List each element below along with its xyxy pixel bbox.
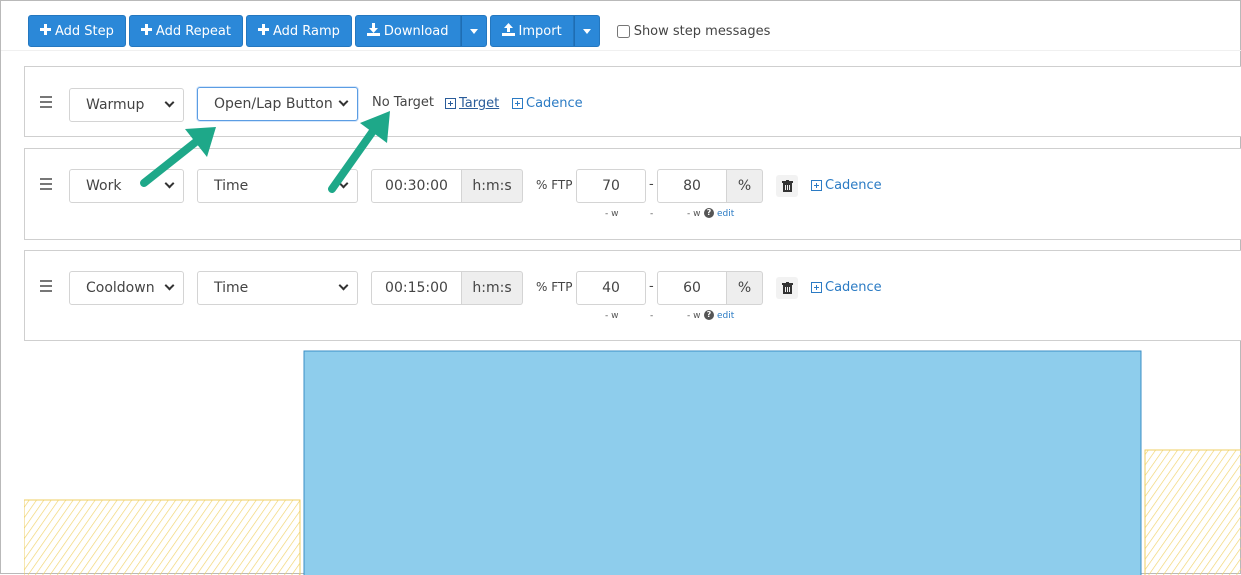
drag-handle-icon[interactable] xyxy=(40,178,52,193)
target-high-input[interactable]: 80 xyxy=(657,169,727,203)
trash-icon[interactable] xyxy=(776,175,798,197)
import-group: Import xyxy=(489,15,600,47)
add-repeat-button[interactable]: Add Repeat xyxy=(128,15,243,47)
plus-square-icon xyxy=(811,282,822,293)
chart-bar-work xyxy=(303,350,1142,575)
chevron-down-icon xyxy=(164,178,175,189)
duration-input[interactable]: 00:30:00 xyxy=(371,169,462,203)
range-dash: - xyxy=(649,279,654,294)
target-low-input[interactable]: 40 xyxy=(576,271,646,305)
duration-type-select[interactable]: Open/Lap Button xyxy=(197,87,358,121)
duration-type-select[interactable]: Time xyxy=(197,169,358,203)
duration-type-value: Time xyxy=(214,178,249,194)
show-messages-checkbox[interactable] xyxy=(616,24,630,38)
download-button[interactable]: Download xyxy=(354,15,461,47)
edit-watts-link[interactable]: edit xyxy=(717,311,734,321)
step-type-value: Cooldown xyxy=(86,280,155,296)
step-type-select[interactable]: Cooldown xyxy=(69,271,184,305)
watts-dash: - xyxy=(650,311,654,321)
step-cooldown: Cooldown Time 00:15:00 h:m:s % FTP 40 - … xyxy=(24,250,1241,341)
help-icon[interactable]: ? xyxy=(704,310,714,320)
duration-input[interactable]: 00:15:00 xyxy=(371,271,462,305)
step-work: Work Time 00:30:00 h:m:s % FTP 70 - 80 %… xyxy=(24,148,1241,240)
step-warmup: Warmup Open/Lap Button No Target Target … xyxy=(24,66,1241,137)
plus-square-icon xyxy=(512,98,523,109)
upload-icon xyxy=(501,22,515,40)
download-label: Download xyxy=(383,23,449,39)
caret-down-icon xyxy=(469,28,478,34)
add-step-button[interactable]: Add Step xyxy=(28,15,126,47)
chevron-down-icon xyxy=(164,97,175,108)
chevron-down-icon xyxy=(338,96,349,107)
add-target-link[interactable]: Target xyxy=(445,96,499,111)
chevron-down-icon xyxy=(338,280,349,291)
chart-bar-warmup xyxy=(24,499,301,575)
step-type-value: Warmup xyxy=(86,97,145,113)
high-watts: - w xyxy=(687,209,701,219)
add-step-label: Add Step xyxy=(55,23,114,39)
step-type-value: Work xyxy=(86,178,122,194)
plus-icon xyxy=(140,23,152,39)
add-ramp-button[interactable]: Add Ramp xyxy=(245,15,352,47)
download-icon xyxy=(366,22,380,40)
low-watts: - w xyxy=(605,209,619,219)
add-cadence-link[interactable]: Cadence xyxy=(811,178,882,193)
duration-type-select[interactable]: Time xyxy=(197,271,358,305)
watts-dash: - xyxy=(650,209,654,219)
show-messages-label: Show step messages xyxy=(633,23,771,39)
target-type-label: % FTP xyxy=(536,178,573,192)
target-unit: % xyxy=(727,271,763,305)
target-type-label: % FTP xyxy=(536,280,573,294)
duration-unit: h:m:s xyxy=(462,169,523,203)
step-type-select[interactable]: Warmup xyxy=(69,88,184,122)
download-dropdown-button[interactable] xyxy=(460,15,487,47)
toolbar-divider xyxy=(1,50,1241,51)
add-cadence-link[interactable]: Cadence xyxy=(811,280,882,295)
duration-type-value: Time xyxy=(214,280,249,296)
plus-square-icon xyxy=(811,180,822,191)
plus-icon xyxy=(40,23,51,39)
drag-handle-icon[interactable] xyxy=(40,280,52,295)
plus-icon xyxy=(257,23,269,39)
add-cadence-link[interactable]: Cadence xyxy=(512,96,583,111)
target-high-input[interactable]: 60 xyxy=(657,271,727,305)
chevron-down-icon xyxy=(164,280,175,291)
import-button[interactable]: Import xyxy=(489,15,574,47)
add-repeat-label: Add Repeat xyxy=(155,23,231,39)
import-dropdown-button[interactable] xyxy=(573,15,600,47)
show-messages-toggle[interactable]: Show step messages xyxy=(616,23,771,39)
step-type-select[interactable]: Work xyxy=(69,169,184,203)
workout-chart xyxy=(24,350,1241,575)
trash-icon[interactable] xyxy=(776,277,798,299)
caret-down-icon xyxy=(582,28,591,34)
low-watts: - w xyxy=(605,311,619,321)
add-ramp-label: Add Ramp xyxy=(272,23,340,39)
toolbar: Add Step Add Repeat Add Ramp Download Im… xyxy=(28,15,770,47)
edit-watts-link[interactable]: edit xyxy=(717,209,734,219)
chart-bar-cooldown xyxy=(1144,449,1241,575)
range-dash: - xyxy=(649,177,654,192)
help-icon[interactable]: ? xyxy=(704,208,714,218)
download-group: Download xyxy=(354,15,487,47)
duration-type-value: Open/Lap Button xyxy=(214,96,333,112)
chevron-down-icon xyxy=(338,178,349,189)
drag-handle-icon[interactable] xyxy=(40,96,52,111)
import-label: Import xyxy=(518,23,562,39)
plus-square-icon xyxy=(445,98,456,109)
target-unit: % xyxy=(727,169,763,203)
duration-unit: h:m:s xyxy=(462,271,523,305)
high-watts: - w xyxy=(687,311,701,321)
no-target-text: No Target xyxy=(372,95,435,110)
target-low-input[interactable]: 70 xyxy=(576,169,646,203)
